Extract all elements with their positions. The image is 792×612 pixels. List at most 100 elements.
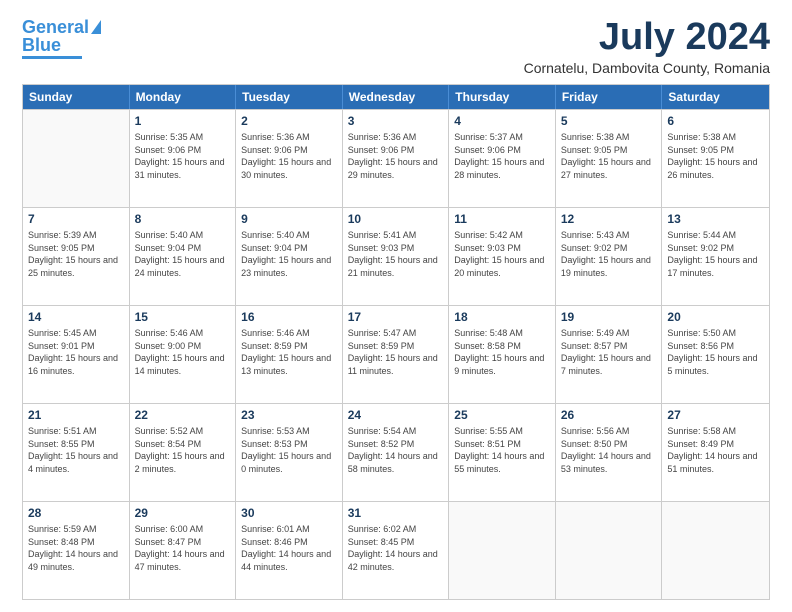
- cell-info: Sunrise: 5:44 AMSunset: 9:02 PMDaylight:…: [667, 229, 764, 279]
- calendar-cell: 15 Sunrise: 5:46 AMSunset: 9:00 PMDayligh…: [130, 306, 237, 403]
- day-number: 26: [561, 407, 657, 423]
- day-number: 11: [454, 211, 550, 227]
- logo-blue-text: Blue: [22, 36, 61, 54]
- logo: General Blue: [22, 18, 101, 59]
- cell-info: Sunrise: 5:59 AMSunset: 8:48 PMDaylight:…: [28, 523, 124, 573]
- logo-general: General: [22, 17, 89, 37]
- calendar-header: SundayMondayTuesdayWednesdayThursdayFrid…: [23, 85, 769, 109]
- cell-info: Sunrise: 5:56 AMSunset: 8:50 PMDaylight:…: [561, 425, 657, 475]
- calendar-cell: 16Sunrise: 5:46 AMSunset: 8:59 PMDayligh…: [236, 306, 343, 403]
- calendar-cell: 10 Sunrise: 5:41 AMSunset: 9:03 PMDayligh…: [343, 208, 450, 305]
- cell-info: Sunrise: 5:40 AMSunset: 9:04 PMDaylight:…: [135, 229, 231, 279]
- logo-triangle-icon: [91, 20, 101, 34]
- day-number: 3: [348, 113, 444, 129]
- cell-info: Sunrise: 5:42 AMSunset: 9:03 PMDaylight:…: [454, 229, 550, 279]
- cell-info: Sunrise: 5:38 AMSunset: 9:05 PMDaylight:…: [561, 131, 657, 181]
- calendar-body: 1 Sunrise: 5:35 AMSunset: 9:06 PMDaylight…: [23, 109, 769, 599]
- calendar-cell: 31Sunrise: 6:02 AMSunset: 8:45 PMDayligh…: [343, 502, 450, 599]
- day-number: 5: [561, 113, 657, 129]
- calendar-cell: 5 Sunrise: 5:38 AMSunset: 9:05 PMDaylight…: [556, 110, 663, 207]
- day-number: 24: [348, 407, 444, 423]
- page: General Blue July 2024 Cornatelu, Dambov…: [0, 0, 792, 612]
- calendar-cell: 1 Sunrise: 5:35 AMSunset: 9:06 PMDaylight…: [130, 110, 237, 207]
- cell-info: Sunrise: 5:48 AMSunset: 8:58 PMDaylight:…: [454, 327, 550, 377]
- location-title: Cornatelu, Dambovita County, Romania: [524, 60, 770, 76]
- cell-info: Sunrise: 5:36 AMSunset: 9:06 PMDaylight:…: [348, 131, 444, 181]
- day-number: 8: [135, 211, 231, 227]
- calendar-cell: 21Sunrise: 5:51 AMSunset: 8:55 PMDayligh…: [23, 404, 130, 501]
- calendar-cell: 25 Sunrise: 5:55 AMSunset: 8:51 PMDayligh…: [449, 404, 556, 501]
- calendar-cell: 12 Sunrise: 5:43 AMSunset: 9:02 PMDayligh…: [556, 208, 663, 305]
- title-area: July 2024 Cornatelu, Dambovita County, R…: [524, 18, 770, 76]
- calendar-row: 7Sunrise: 5:39 AMSunset: 9:05 PMDaylight…: [23, 207, 769, 305]
- calendar-cell: 19 Sunrise: 5:49 AMSunset: 8:57 PMDayligh…: [556, 306, 663, 403]
- calendar-cell: 9 Sunrise: 5:40 AMSunset: 9:04 PMDaylight…: [236, 208, 343, 305]
- logo-text: General: [22, 18, 89, 36]
- cell-info: Sunrise: 5:54 AMSunset: 8:52 PMDaylight:…: [348, 425, 444, 475]
- cell-info: Sunrise: 5:41 AMSunset: 9:03 PMDaylight:…: [348, 229, 444, 279]
- day-number: 2: [241, 113, 337, 129]
- calendar-row: 21Sunrise: 5:51 AMSunset: 8:55 PMDayligh…: [23, 403, 769, 501]
- cell-info: Sunrise: 5:53 AMSunset: 8:53 PMDaylight:…: [241, 425, 337, 475]
- calendar-cell: 20 Sunrise: 5:50 AMSunset: 8:56 PMDayligh…: [662, 306, 769, 403]
- day-number: 9: [241, 211, 337, 227]
- day-number: 28: [28, 505, 124, 521]
- day-number: 20: [667, 309, 764, 325]
- calendar-cell: 29 Sunrise: 6:00 AMSunset: 8:47 PMDayligh…: [130, 502, 237, 599]
- cell-info: Sunrise: 5:36 AMSunset: 9:06 PMDaylight:…: [241, 131, 337, 181]
- calendar-cell: 30 Sunrise: 6:01 AMSunset: 8:46 PMDayligh…: [236, 502, 343, 599]
- cell-info: Sunrise: 5:46 AMSunset: 9:00 PMDaylight:…: [135, 327, 231, 377]
- calendar-cell: [662, 502, 769, 599]
- day-number: 29: [135, 505, 231, 521]
- calendar-cell: [23, 110, 130, 207]
- calendar-row: 14Sunrise: 5:45 AMSunset: 9:01 PMDayligh…: [23, 305, 769, 403]
- day-number: 30: [241, 505, 337, 521]
- calendar-cell: 14Sunrise: 5:45 AMSunset: 9:01 PMDayligh…: [23, 306, 130, 403]
- cell-info: Sunrise: 5:46 AMSunset: 8:59 PMDaylight:…: [241, 327, 337, 377]
- cell-info: Sunrise: 5:49 AMSunset: 8:57 PMDaylight:…: [561, 327, 657, 377]
- day-number: 25: [454, 407, 550, 423]
- calendar-cell: 13 Sunrise: 5:44 AMSunset: 9:02 PMDayligh…: [662, 208, 769, 305]
- cell-info: Sunrise: 5:43 AMSunset: 9:02 PMDaylight:…: [561, 229, 657, 279]
- calendar-cell: 23Sunrise: 5:53 AMSunset: 8:53 PMDayligh…: [236, 404, 343, 501]
- calendar-row: 28 Sunrise: 5:59 AMSunset: 8:48 PMDayligh…: [23, 501, 769, 599]
- calendar-cell: [449, 502, 556, 599]
- cell-info: Sunrise: 5:35 AMSunset: 9:06 PMDaylight:…: [135, 131, 231, 181]
- day-number: 12: [561, 211, 657, 227]
- cell-info: Sunrise: 6:00 AMSunset: 8:47 PMDaylight:…: [135, 523, 231, 573]
- calendar-cell: 18Sunrise: 5:48 AMSunset: 8:58 PMDayligh…: [449, 306, 556, 403]
- calendar-cell: 28 Sunrise: 5:59 AMSunset: 8:48 PMDayligh…: [23, 502, 130, 599]
- header: General Blue July 2024 Cornatelu, Dambov…: [22, 18, 770, 76]
- cell-info: Sunrise: 6:01 AMSunset: 8:46 PMDaylight:…: [241, 523, 337, 573]
- calendar-cell: 22Sunrise: 5:52 AMSunset: 8:54 PMDayligh…: [130, 404, 237, 501]
- weekday-header: Monday: [130, 85, 237, 109]
- cell-info: Sunrise: 5:58 AMSunset: 8:49 PMDaylight:…: [667, 425, 764, 475]
- cell-info: Sunrise: 5:45 AMSunset: 9:01 PMDaylight:…: [28, 327, 124, 377]
- day-number: 21: [28, 407, 124, 423]
- cell-info: Sunrise: 5:50 AMSunset: 8:56 PMDaylight:…: [667, 327, 764, 377]
- day-number: 15: [135, 309, 231, 325]
- logo-underline: [22, 56, 82, 59]
- calendar-cell: 7Sunrise: 5:39 AMSunset: 9:05 PMDaylight…: [23, 208, 130, 305]
- day-number: 10: [348, 211, 444, 227]
- day-number: 17: [348, 309, 444, 325]
- calendar-cell: 8 Sunrise: 5:40 AMSunset: 9:04 PMDaylight…: [130, 208, 237, 305]
- day-number: 31: [348, 505, 444, 521]
- day-number: 27: [667, 407, 764, 423]
- calendar-cell: 3 Sunrise: 5:36 AMSunset: 9:06 PMDaylight…: [343, 110, 450, 207]
- day-number: 6: [667, 113, 764, 129]
- calendar-cell: [556, 502, 663, 599]
- day-number: 7: [28, 211, 124, 227]
- day-number: 1: [135, 113, 231, 129]
- cell-info: Sunrise: 5:40 AMSunset: 9:04 PMDaylight:…: [241, 229, 337, 279]
- calendar-cell: 17Sunrise: 5:47 AMSunset: 8:59 PMDayligh…: [343, 306, 450, 403]
- calendar-cell: 11 Sunrise: 5:42 AMSunset: 9:03 PMDayligh…: [449, 208, 556, 305]
- cell-info: Sunrise: 5:38 AMSunset: 9:05 PMDaylight:…: [667, 131, 764, 181]
- cell-info: Sunrise: 5:37 AMSunset: 9:06 PMDaylight:…: [454, 131, 550, 181]
- cell-info: Sunrise: 5:55 AMSunset: 8:51 PMDaylight:…: [454, 425, 550, 475]
- day-number: 13: [667, 211, 764, 227]
- weekday-header: Wednesday: [343, 85, 450, 109]
- day-number: 19: [561, 309, 657, 325]
- calendar: SundayMondayTuesdayWednesdayThursdayFrid…: [22, 84, 770, 600]
- calendar-cell: 27 Sunrise: 5:58 AMSunset: 8:49 PMDayligh…: [662, 404, 769, 501]
